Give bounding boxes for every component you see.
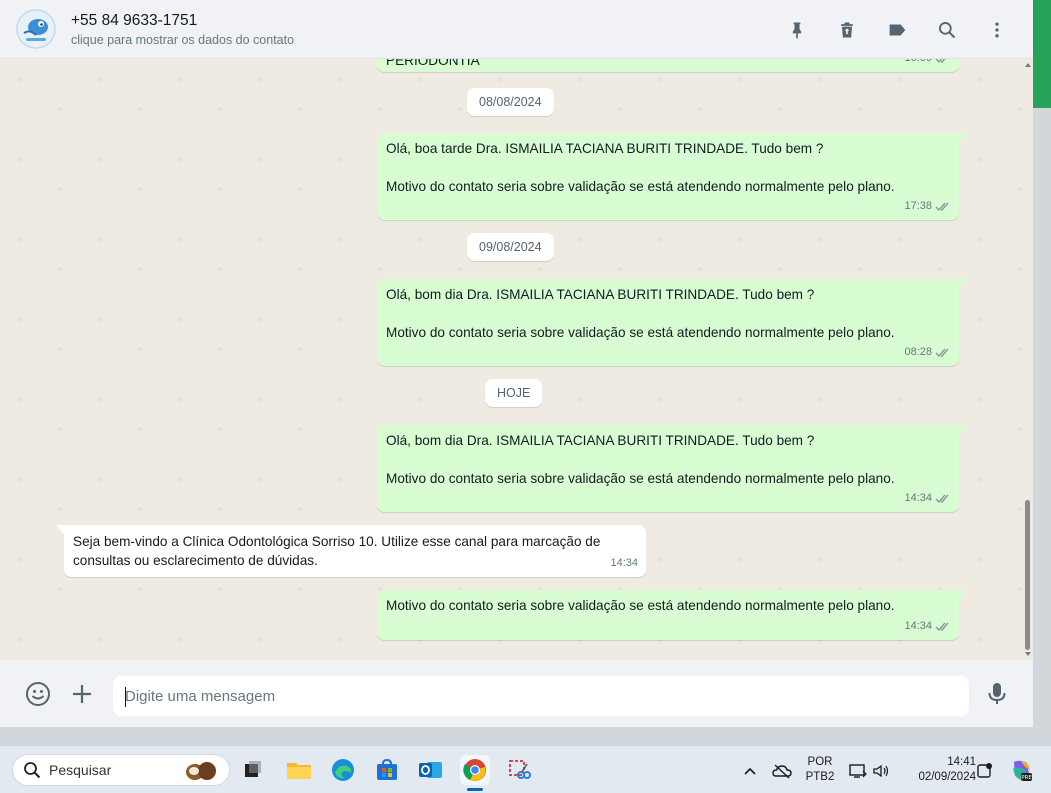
clock[interactable]: 14:41 02/09/2024 — [900, 755, 976, 785]
double-check-icon — [935, 202, 949, 212]
search-icon[interactable] — [935, 18, 959, 42]
clinic-logo-icon — [16, 9, 56, 49]
double-check-icon — [935, 348, 949, 358]
message-meta: 14:34 — [610, 554, 638, 573]
double-check-icon — [935, 622, 949, 632]
contact-avatar[interactable] — [16, 9, 56, 49]
volume-icon[interactable] — [871, 761, 891, 781]
message-composer — [0, 660, 1033, 727]
windows-taskbar: Pesquisar POR PTB2 14:41 02/09/2024 PRE — [0, 745, 1051, 793]
message-line: Olá, bom dia Dra. ISMAILIA TACIANA BURIT… — [386, 287, 815, 302]
keyboard-layout: PTB2 — [805, 771, 835, 783]
message-line: consultas ou esclarecimento de dúvidas. — [73, 553, 318, 568]
pin-icon[interactable] — [785, 18, 809, 42]
taskbar-search[interactable]: Pesquisar — [12, 754, 230, 786]
message-bubble-out[interactable]: Olá, boa tarde Dra. ISMAILIA TACIANA BUR… — [377, 133, 967, 220]
coconut-highlight-icon — [186, 762, 216, 780]
message-input[interactable] — [113, 676, 969, 716]
message-text: PERIODONTIA — [386, 59, 480, 68]
message-time: 14:34 — [904, 620, 932, 632]
message-time: 17:38 — [904, 200, 932, 212]
side-background — [1033, 108, 1051, 745]
side-accent-bar — [1033, 0, 1051, 108]
keyboard-language[interactable]: POR PTB2 — [803, 755, 837, 785]
window-bottom-edge — [0, 727, 1051, 745]
scroll-up-arrow-icon[interactable] — [1025, 63, 1031, 67]
message-line: Seja bem-vindo a Clínica Odontológica So… — [73, 534, 601, 549]
label-icon[interactable] — [885, 18, 909, 42]
attach-plus-icon[interactable] — [69, 681, 95, 707]
message-time: 08:28 — [904, 346, 932, 358]
emoji-icon[interactable] — [25, 681, 51, 707]
message-line: Olá, bom dia Dra. ISMAILIA TACIANA BURIT… — [386, 433, 815, 448]
edge-icon[interactable] — [328, 755, 358, 785]
network-icon[interactable] — [848, 761, 868, 781]
message-bubble-out[interactable]: Olá, bom dia Dra. ISMAILIA TACIANA BURIT… — [377, 279, 967, 366]
message-line: Olá, boa tarde Dra. ISMAILIA TACIANA BUR… — [386, 141, 824, 156]
message-meta: 17:38 — [904, 197, 951, 216]
file-explorer-icon[interactable] — [284, 755, 314, 785]
date-separator: 09/08/2024 — [467, 233, 554, 261]
message-time: 14:34 — [904, 492, 932, 504]
clock-date: 02/09/2024 — [918, 771, 976, 783]
text-cursor — [125, 687, 126, 707]
date-separator: HOJE — [485, 379, 543, 407]
chat-header[interactable]: +55 84 9633-1751 clique para mostrar os … — [0, 0, 1033, 59]
microphone-icon[interactable] — [984, 681, 1010, 707]
snipping-tool-icon[interactable] — [504, 755, 534, 785]
chat-scrollbar[interactable] — [1022, 59, 1033, 660]
message-meta: 14:34 — [904, 617, 951, 636]
message-time: 10:00 — [904, 59, 932, 68]
message-meta: 10:00 — [904, 59, 951, 68]
svg-text:PRE: PRE — [1021, 775, 1032, 781]
contact-name[interactable]: +55 84 9633-1751 — [71, 12, 197, 30]
menu-dots-icon[interactable] — [985, 18, 1009, 42]
message-line: Motivo do contato seria sobre validação … — [386, 179, 895, 194]
onedrive-offline-icon[interactable] — [772, 761, 792, 781]
copilot-icon[interactable]: PRE — [1009, 758, 1033, 782]
language-code: POR — [807, 756, 833, 768]
notification-icon[interactable] — [975, 761, 995, 781]
message-bubble-in[interactable]: Seja bem-vindo a Clínica Odontológica So… — [56, 525, 646, 577]
message-line: Motivo do contato seria sobre validação … — [386, 598, 895, 613]
contact-subtitle[interactable]: clique para mostrar os dados do contato — [71, 33, 294, 47]
task-view-icon[interactable] — [238, 755, 268, 785]
clock-time: 14:41 — [947, 756, 976, 768]
message-meta: 14:34 — [904, 489, 951, 508]
taskbar-search-label: Pesquisar — [49, 762, 112, 778]
message-line: Motivo do contato seria sobre validação … — [386, 325, 895, 340]
message-bubble-out[interactable]: Olá, bom dia Dra. ISMAILIA TACIANA BURIT… — [377, 425, 967, 512]
message-line: Motivo do contato seria sobre validação … — [386, 471, 895, 486]
scroll-thumb[interactable] — [1025, 500, 1030, 650]
date-separator: 08/08/2024 — [467, 88, 554, 116]
search-icon — [24, 762, 41, 779]
chevron-up-icon[interactable] — [740, 761, 760, 781]
message-list[interactable]: PERIODONTIA 10:00 08/08/2024 Olá, boa ta… — [0, 59, 1033, 660]
outlook-icon[interactable] — [416, 755, 446, 785]
message-bubble-out[interactable]: Motivo do contato seria sobre validação … — [377, 590, 967, 640]
chrome-icon[interactable] — [460, 755, 490, 785]
store-icon[interactable] — [372, 755, 402, 785]
message-meta: 08:28 — [904, 343, 951, 362]
archive-icon[interactable] — [835, 18, 859, 42]
scroll-down-arrow-icon[interactable] — [1025, 652, 1031, 656]
double-check-icon — [935, 494, 949, 504]
double-check-icon — [935, 59, 946, 64]
message-bubble-out[interactable]: PERIODONTIA 10:00 — [377, 59, 959, 72]
message-time: 14:34 — [610, 557, 638, 569]
active-app-indicator — [467, 788, 483, 791]
